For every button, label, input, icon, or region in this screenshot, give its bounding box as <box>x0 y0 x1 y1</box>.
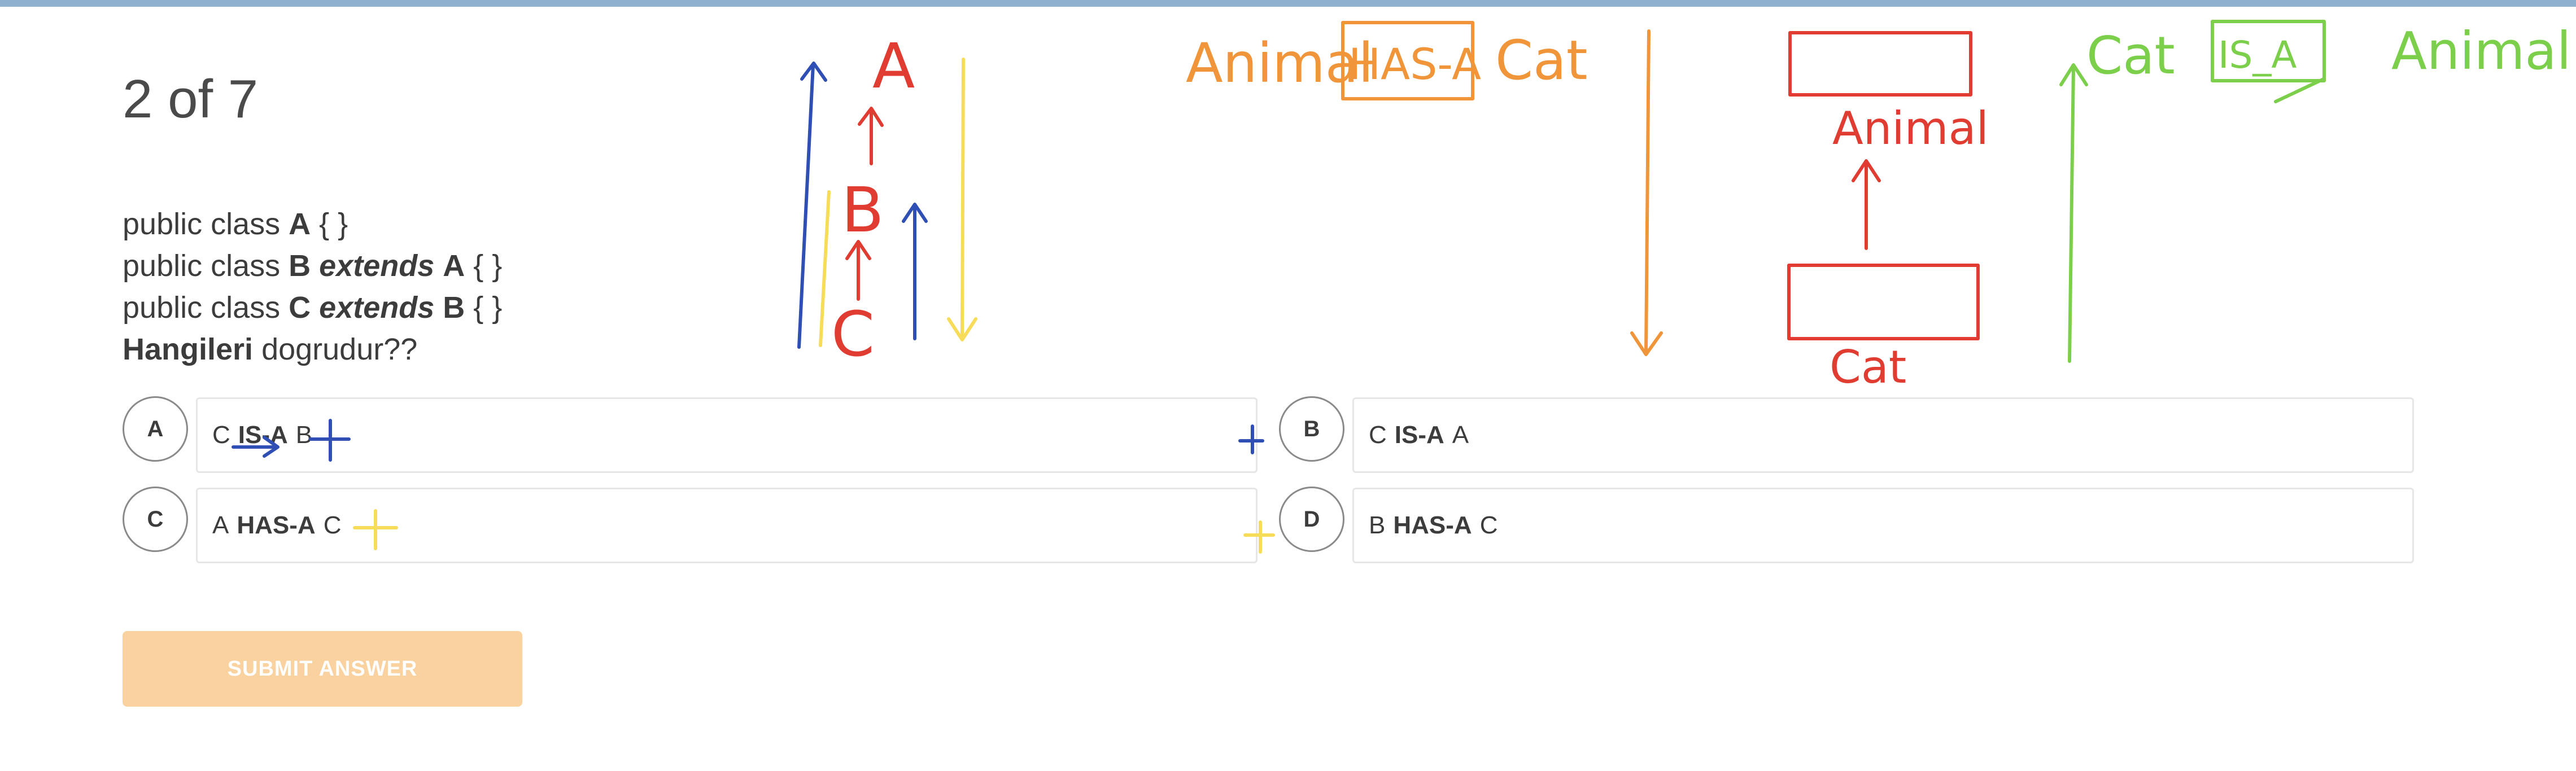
line4-bold: Hangileri <box>123 332 254 366</box>
option-d-right: C <box>1479 511 1498 539</box>
yellow-arrow-down-icon <box>947 58 977 341</box>
blue-arrow-up-icon-2 <box>902 203 928 340</box>
is-a-note: Cat IS_A Animal <box>2059 20 2571 363</box>
line3-keyword: extends <box>319 291 435 325</box>
uml-box-bottom <box>1787 264 1980 340</box>
has-a-note-relation: HAS-A <box>1348 39 1481 89</box>
top-bar <box>0 0 2576 7</box>
option-b-relation: IS-A <box>1394 421 1444 449</box>
line3-class: C <box>289 291 311 325</box>
option-d-letter[interactable]: D <box>1279 487 1344 552</box>
line4-rest: dogrudur?? <box>253 332 418 366</box>
question-text: public class A { } public class B extend… <box>123 203 502 370</box>
is-a-note-relation: IS_A <box>2218 33 2297 77</box>
line3-prefix: public class <box>123 291 289 325</box>
option-d-left: B <box>1369 511 1386 539</box>
line2-prefix: public class <box>123 249 289 283</box>
is-a-box <box>2211 20 2326 82</box>
option-a-left: C <box>212 421 230 449</box>
option-a-relation: IS-A <box>238 421 288 449</box>
line2-keyword: extends <box>319 249 435 283</box>
option-d-relation: HAS-A <box>1393 511 1472 539</box>
option-a-letter[interactable]: A <box>123 396 188 462</box>
question-line-4: Hangileri dogrudur?? <box>123 328 502 370</box>
line1-class: A <box>289 207 311 241</box>
has-a-note: Animal HAS-A Cat <box>1186 21 1588 100</box>
option-c-relation: HAS-A <box>237 511 316 539</box>
hierarchy-label-bottom: C <box>831 298 875 370</box>
option-d-answer[interactable]: B HAS-A C <box>1352 488 2414 563</box>
red-arrow-up-icon <box>858 107 884 165</box>
line2-class: B <box>289 249 311 283</box>
line2-suffix: { } <box>465 249 503 283</box>
is-a-note-right: Animal <box>2391 21 2571 81</box>
line1-prefix: public class <box>123 207 289 241</box>
uml-sketch: Animal Cat <box>1787 31 1989 393</box>
blue-arrow-up-icon <box>797 62 827 349</box>
has-a-note-left: Animal <box>1186 32 1373 95</box>
has-a-note-right: Cat <box>1495 29 1588 92</box>
hierarchy-label-middle: B <box>841 174 884 246</box>
line2-parent: A <box>443 249 465 283</box>
line1-suffix: { } <box>311 207 348 241</box>
uml-label-top: Animal <box>1832 102 1989 155</box>
submit-answer-button[interactable]: SUBMIT ANSWER <box>123 631 522 707</box>
red-arrow-up-icon-2 <box>845 240 871 301</box>
question-counter: 2 of 7 <box>123 69 259 129</box>
is-a-box-tail <box>2274 77 2325 103</box>
option-b-right: A <box>1452 421 1469 449</box>
option-a-right: B <box>295 421 313 449</box>
option-a-answer[interactable]: C IS-A B <box>196 397 1258 473</box>
uml-arrow-up-icon <box>1852 159 1881 250</box>
option-c-left: A <box>212 511 229 539</box>
hierarchy-label-top: A <box>872 30 915 102</box>
option-b-answer[interactable]: C IS-A A <box>1352 397 2414 473</box>
option-c-right: C <box>323 511 342 539</box>
option-c-letter[interactable]: C <box>123 487 188 552</box>
is-a-note-left: Cat <box>2086 25 2175 86</box>
question-line-3: public class C extends B { } <box>123 287 502 328</box>
uml-box-top <box>1788 31 1972 97</box>
has-a-box <box>1341 21 1474 100</box>
option-b-left: C <box>1369 421 1387 449</box>
green-arrow-up-icon <box>2059 63 2088 363</box>
hierarchy-sketch: A B C <box>797 30 977 370</box>
option-c-answer[interactable]: A HAS-A C <box>196 488 1258 563</box>
orange-arrow-down-icon <box>1630 29 1663 356</box>
uml-label-bottom: Cat <box>1830 341 1906 393</box>
line3-parent: B <box>443 291 465 325</box>
yellow-line <box>819 190 831 347</box>
question-line-2: public class B extends A { } <box>123 245 502 287</box>
option-b-letter[interactable]: B <box>1279 396 1344 462</box>
line3-suffix: { } <box>465 291 503 325</box>
question-line-1: public class A { } <box>123 203 502 245</box>
